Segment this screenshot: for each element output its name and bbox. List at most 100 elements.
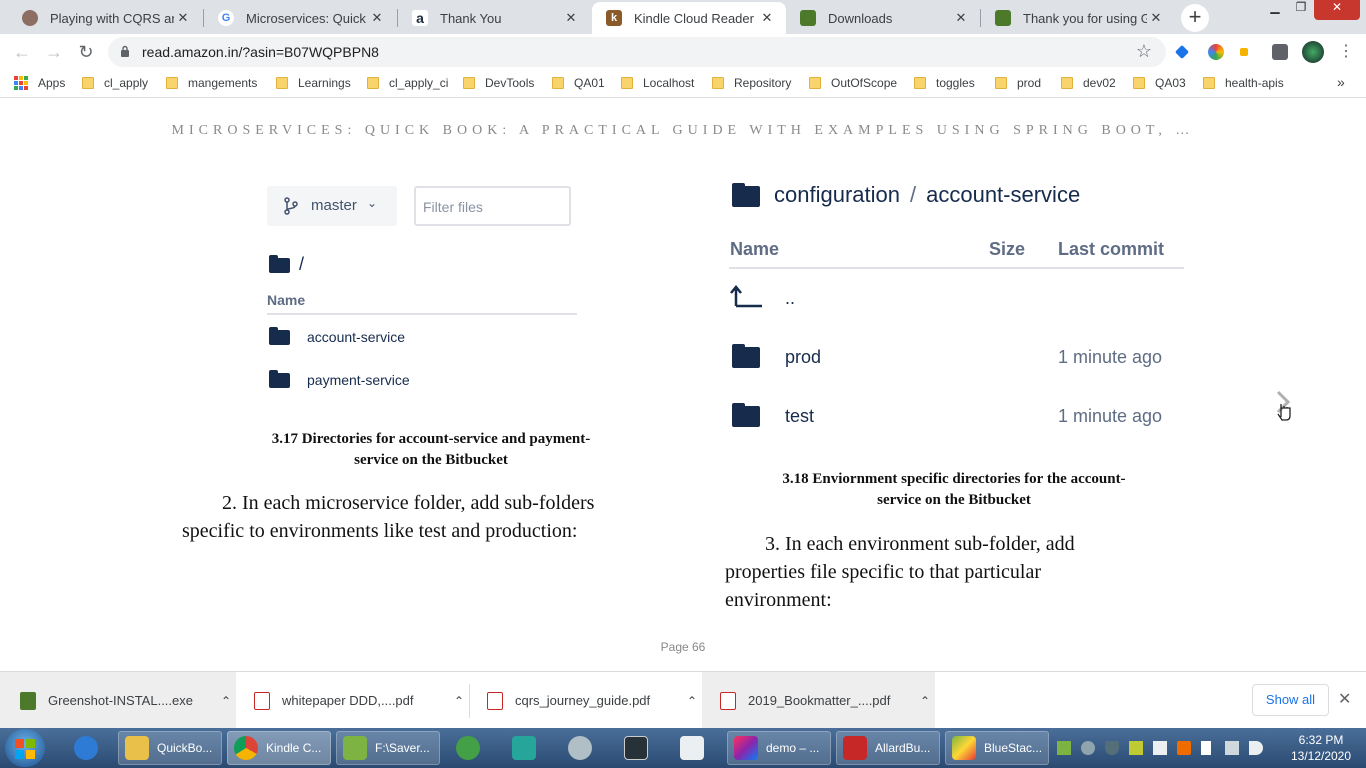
tab-greenshot-thanks[interactable]: Thank you for using Gre ✕ <box>981 2 1175 34</box>
caption-line: service on the Bitbucket <box>354 452 508 468</box>
folder-icon <box>1061 77 1073 89</box>
taskbar-notepad[interactable]: F:\Saver... <box>336 731 440 765</box>
bookmark-folder[interactable]: Learnings <box>276 76 351 90</box>
minimize-button[interactable]: ▁ <box>1262 0 1288 20</box>
close-tab-icon[interactable]: ✕ <box>174 10 192 26</box>
bookmark-folder[interactable]: prod <box>995 76 1041 90</box>
tray-stack-icon[interactable] <box>1129 741 1143 755</box>
avatar-icon <box>22 10 38 26</box>
bookmark-folder[interactable]: cl_apply_ci <box>367 76 448 90</box>
close-tab-icon[interactable]: ✕ <box>758 10 776 26</box>
taskbar-bluestacks[interactable]: BlueStac... <box>945 731 1049 765</box>
volume-icon[interactable] <box>1249 741 1263 755</box>
forward-icon[interactable]: → <box>42 41 66 63</box>
system-clock[interactable]: 6:32 PM 13/12/2020 <box>1283 732 1359 764</box>
bookmark-star-icon[interactable]: ☆ <box>1136 41 1152 62</box>
bookmark-folder[interactable]: Localhost <box>621 76 694 90</box>
arrow-extension-icon[interactable] <box>1240 48 1248 56</box>
tab-thank-you[interactable]: a Thank You ✕ <box>398 2 590 34</box>
reader-page: MICROSERVICES: QUICK BOOK: A PRACTICAL G… <box>0 98 1366 671</box>
caption-line: 3.18 Enviornment specific directories fo… <box>782 471 1126 487</box>
chevron-up-icon[interactable]: ⌃ <box>449 694 469 708</box>
folder-icon <box>914 77 926 89</box>
breadcrumb-current: account-service <box>926 182 1081 207</box>
apps-grid-icon <box>14 76 28 90</box>
bookmark-folder[interactable]: QA03 <box>1133 76 1186 90</box>
tab-downloads[interactable]: Downloads ✕ <box>786 2 980 34</box>
bookmark-folder[interactable]: cl_apply <box>82 76 148 90</box>
bookmark-folder[interactable]: dev02 <box>1061 76 1116 90</box>
chevron-up-icon[interactable]: ⌃ <box>682 694 702 708</box>
menu-icon[interactable]: ⋮ <box>1334 41 1358 63</box>
taskbar-explorer[interactable]: QuickBo... <box>118 731 222 765</box>
shield-icon[interactable] <box>1105 741 1119 755</box>
tray-app-icon[interactable] <box>1057 741 1071 755</box>
table-row-name: test <box>785 406 815 426</box>
close-tab-icon[interactable]: ✕ <box>562 10 580 26</box>
amazon-icon: a <box>412 10 428 26</box>
tab-kindle-cloud-reader[interactable]: k Kindle Cloud Reader ✕ <box>592 2 786 34</box>
folder-icon <box>712 77 724 89</box>
bookmark-folder[interactable]: QA01 <box>552 76 605 90</box>
maximize-button[interactable]: ❐ <box>1288 0 1314 20</box>
bookmark-folder[interactable]: Repository <box>712 76 791 90</box>
bookmarks-overflow-icon[interactable]: » <box>1337 74 1345 90</box>
profile-avatar-icon[interactable] <box>1302 41 1324 63</box>
taskbar-chrome[interactable]: Kindle C... <box>227 731 331 765</box>
browser-icon <box>74 736 98 760</box>
name-column-header: Name <box>730 239 780 259</box>
tab-cqrs[interactable]: Playing with CQRS and E ✕ <box>8 2 202 34</box>
chevron-up-icon[interactable]: ⌃ <box>216 694 236 708</box>
download-item[interactable]: whitepaper DDD,....pdf ⌃ <box>236 672 469 729</box>
taskbar-editor[interactable] <box>506 731 546 765</box>
bookmark-label: Apps <box>38 76 66 90</box>
color-extension-icon[interactable] <box>1208 44 1224 60</box>
pen-extension-icon[interactable] <box>1174 44 1190 60</box>
taskbar-data-app[interactable] <box>674 731 714 765</box>
close-tab-icon[interactable]: ✕ <box>1147 10 1165 26</box>
taskbar-pdf-reader[interactable]: AllardBu... <box>836 731 940 765</box>
taskbar-browser[interactable] <box>68 731 108 765</box>
bookmark-label: QA03 <box>1155 76 1186 90</box>
show-all-button[interactable]: Show all <box>1252 684 1329 716</box>
download-item[interactable]: Greenshot-INSTAL....exe ⌃ <box>0 672 236 729</box>
tab-title: Downloads <box>828 10 893 26</box>
bookmark-folder[interactable]: DevTools <box>463 76 534 90</box>
bookmark-folder[interactable]: health-apis <box>1203 76 1284 90</box>
bookmark-folder[interactable]: mangements <box>166 76 257 90</box>
back-icon[interactable]: ← <box>10 41 34 63</box>
tray-network-share-icon[interactable] <box>1081 741 1095 755</box>
bookmark-folder[interactable]: toggles <box>914 76 975 90</box>
flag-icon[interactable] <box>1201 741 1211 755</box>
tray-grid-icon[interactable] <box>1153 741 1167 755</box>
address-bar[interactable]: read.amazon.in/?asin=B07WQPBPN8 ☆ <box>108 37 1166 67</box>
network-icon[interactable] <box>1225 741 1239 755</box>
paragraph-line: 3. In each environment sub-folder, add <box>765 533 1075 555</box>
taskbar-snip[interactable] <box>562 731 602 765</box>
reload-icon[interactable]: ↻ <box>74 41 98 63</box>
taskbar-intellij[interactable]: demo – ... <box>727 731 831 765</box>
taskbar-console[interactable] <box>618 731 658 765</box>
download-filename: 2019_Bookmatter_....pdf <box>748 693 891 708</box>
download-item[interactable]: cqrs_journey_guide.pdf ⌃ <box>469 672 702 729</box>
next-page-arrow-icon[interactable] <box>1272 390 1294 422</box>
kindle-icon: k <box>606 10 622 26</box>
bookmark-folder[interactable]: OutOfScope <box>809 76 897 90</box>
bookmark-label: cl_apply <box>104 76 149 90</box>
tray-alert-icon[interactable] <box>1177 741 1191 755</box>
window-close-button[interactable]: ✕ <box>1314 0 1360 20</box>
folder-icon <box>269 327 290 345</box>
folder-icon <box>995 77 1007 89</box>
tab-microservices[interactable]: G Microservices: Quick Boo ✕ <box>204 2 396 34</box>
new-tab-button[interactable]: + <box>1181 4 1209 32</box>
chevron-up-icon[interactable]: ⌃ <box>915 694 935 708</box>
bookmark-apps[interactable]: Apps <box>14 76 65 90</box>
taskbar-clock-app[interactable] <box>450 731 490 765</box>
close-tab-icon[interactable]: ✕ <box>952 10 970 26</box>
close-icon[interactable]: ✕ <box>1338 689 1351 709</box>
extensions-icon[interactable] <box>1272 44 1288 60</box>
tab-strip: Playing with CQRS and E ✕ G Microservice… <box>0 0 1366 34</box>
download-item[interactable]: 2019_Bookmatter_....pdf ⌃ <box>702 672 935 729</box>
close-tab-icon[interactable]: ✕ <box>368 10 386 26</box>
start-button[interactable] <box>5 729 45 767</box>
